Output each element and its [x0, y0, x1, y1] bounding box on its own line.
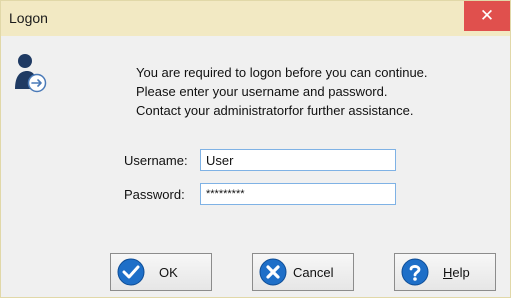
username-field[interactable]: [200, 149, 396, 171]
title-bar[interactable]: Logon ✕: [1, 1, 510, 36]
help-label-rest: elp: [452, 265, 470, 280]
password-label: Password:: [124, 187, 185, 202]
help-label: Help: [443, 265, 470, 280]
password-field[interactable]: [200, 183, 396, 205]
message-line-2: Please enter your username and password.: [136, 84, 388, 99]
checkmark-icon: [117, 258, 145, 286]
user-arrow-icon: [15, 54, 47, 93]
window-title: Logon: [9, 10, 48, 26]
cancel-button[interactable]: Cancel: [252, 253, 354, 291]
message-line-3: Contact your administratorfor further as…: [136, 103, 414, 118]
help-mnemonic: H: [443, 265, 453, 280]
ok-button[interactable]: OK: [110, 253, 212, 291]
close-button[interactable]: ✕: [464, 1, 510, 31]
question-icon: [401, 258, 429, 286]
cancel-label: Cancel: [293, 265, 334, 280]
close-icon: ✕: [479, 6, 495, 25]
help-button[interactable]: Help: [394, 253, 496, 291]
ok-label: OK: [159, 265, 178, 280]
username-label: Username:: [124, 153, 188, 168]
logon-dialog: Logon ✕ You are required to logon before…: [0, 0, 511, 298]
x-icon: [259, 258, 287, 286]
message-line-1: You are required to logon before you can…: [136, 65, 428, 80]
